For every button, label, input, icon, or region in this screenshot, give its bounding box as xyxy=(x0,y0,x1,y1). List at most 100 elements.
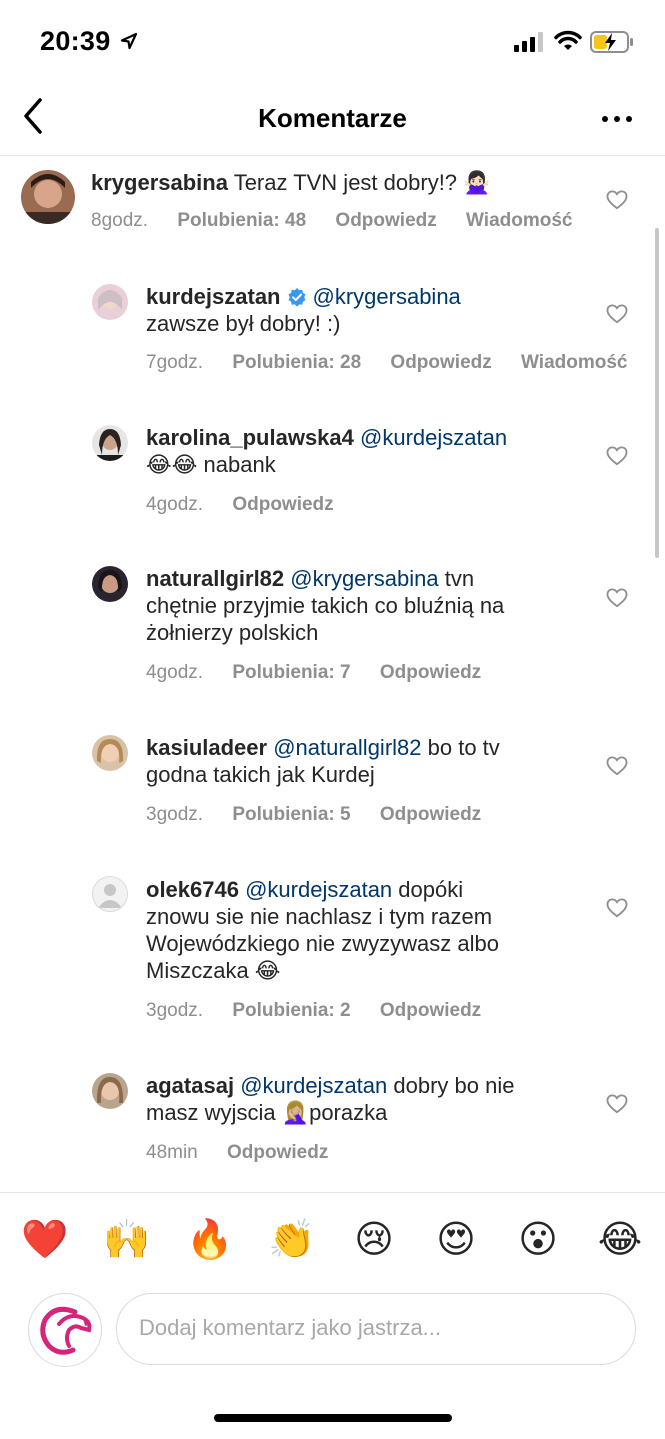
comment-meta: 4godz. Odpowiedz xyxy=(146,494,358,516)
comment-text: krygersabina Teraz TVN jest dobry!? 🙅🏻‍♀… xyxy=(91,169,591,196)
heart-icon[interactable] xyxy=(606,588,628,608)
reply-button[interactable]: Odpowiedz xyxy=(390,352,491,373)
comment-username[interactable]: karolina_pulawska4 xyxy=(146,425,354,450)
send-message-button[interactable]: Wiadomość xyxy=(521,352,627,373)
reply-button[interactable]: Odpowiedz xyxy=(232,494,333,515)
comment-mention[interactable]: @krygersabina xyxy=(290,566,438,591)
heart-icon[interactable] xyxy=(606,304,628,324)
composer-divider xyxy=(0,1192,665,1193)
comment-mention[interactable]: @naturallgirl82 xyxy=(273,735,421,760)
emoji-laughing-button[interactable]: 😂 xyxy=(596,1216,644,1264)
comment-meta: 3godz. Polubienia: 5 Odpowiedz xyxy=(146,804,505,826)
comment-time: 48min xyxy=(146,1142,198,1163)
comment-time: 4godz. xyxy=(146,662,204,683)
comment-meta: 7godz. Polubienia: 28 Odpowiedz Wiadomoś… xyxy=(146,352,652,374)
comment-body-line: masz wyjscia 🤦🏼‍♀️porazka xyxy=(146,1100,388,1125)
comment-body-line: dobry bo nie xyxy=(393,1073,515,1098)
emoji-heart-eyes-button[interactable]: 😍 xyxy=(432,1216,480,1264)
comment-text: kasiuladeer @naturallgirl82 bo to tv god… xyxy=(146,734,606,788)
reply-button[interactable]: Odpowiedz xyxy=(227,1142,328,1163)
comment-likes-link[interactable]: Polubienia: 5 xyxy=(232,804,350,825)
comment-username[interactable]: naturallgirl82 xyxy=(146,566,284,591)
comment-body-line: znowu sie nie nachlasz i tym razem xyxy=(146,904,493,929)
comment-username[interactable]: olek6746 xyxy=(146,877,239,902)
scrollbar[interactable] xyxy=(655,228,659,558)
comment-body-line: dopóki xyxy=(398,877,464,902)
comment-mention[interactable]: @krygersabina xyxy=(313,284,461,309)
current-user-logo-icon xyxy=(40,1306,92,1355)
comment-likes-link[interactable]: Polubienia: 7 xyxy=(232,662,350,683)
comment-time: 8godz. xyxy=(91,210,149,231)
comment-body: Teraz TVN jest dobry!? 🙅🏻‍♀️ xyxy=(233,170,491,195)
comment-time: 3godz. xyxy=(146,1000,204,1021)
comment-likes-link[interactable]: Polubienia: 48 xyxy=(177,210,306,231)
emoji-crying-button[interactable]: 😢 xyxy=(350,1216,398,1264)
comment-mention[interactable]: @kurdejszatan xyxy=(360,425,507,450)
verified-badge-icon xyxy=(288,288,305,307)
location-arrow-icon xyxy=(120,32,138,50)
comment-body-line: Miszczaka 😂 xyxy=(146,958,281,983)
heart-icon[interactable] xyxy=(606,756,628,776)
reply-button[interactable]: Odpowiedz xyxy=(335,210,436,231)
comment-likes-link[interactable]: Polubienia: 28 xyxy=(232,352,361,373)
page-title: Komentarze xyxy=(258,103,407,133)
avatar[interactable] xyxy=(92,425,128,461)
comment-username[interactable]: kurdejszatan xyxy=(146,284,281,309)
header-divider xyxy=(0,155,665,156)
heart-icon[interactable] xyxy=(606,190,628,210)
comment-text: agatasaj @kurdejszatan dobry bo nie masz… xyxy=(146,1072,606,1126)
home-indicator[interactable] xyxy=(214,1414,452,1422)
comment-body-line: godna takich jak Kurdej xyxy=(146,762,375,787)
heart-icon[interactable] xyxy=(606,898,628,918)
battery-charging-icon xyxy=(590,31,633,53)
comment-body-line: żołnierzy polskich xyxy=(146,620,319,645)
avatar[interactable] xyxy=(92,876,128,912)
emoji-surprised-button[interactable]: 😮 xyxy=(514,1216,562,1264)
emoji-raised-hands-button[interactable]: 🙌 xyxy=(103,1216,151,1264)
comment-text: karolina_pulawska4 @kurdejszatan 😂😂 naba… xyxy=(146,424,606,478)
comment-input[interactable] xyxy=(137,1314,621,1342)
heart-icon[interactable] xyxy=(606,1094,628,1114)
comment-mention[interactable]: @kurdejszatan xyxy=(240,1073,387,1098)
comment-meta: 8godz. Polubienia: 48 Odpowiedz Wiadomoś… xyxy=(91,210,597,232)
reply-button[interactable]: Odpowiedz xyxy=(380,1000,481,1021)
comment-username[interactable]: kasiuladeer xyxy=(146,735,267,760)
avatar[interactable] xyxy=(92,1073,128,1109)
wifi-icon xyxy=(554,30,582,50)
send-message-button[interactable]: Wiadomość xyxy=(466,210,572,231)
avatar[interactable] xyxy=(92,284,128,320)
comment-text: kurdejszatan @krygersabina zawsze był dob… xyxy=(146,283,606,337)
reply-button[interactable]: Odpowiedz xyxy=(380,804,481,825)
comment-body-line: tvn xyxy=(444,566,475,591)
comment-input-container[interactable] xyxy=(116,1293,636,1365)
comment-text: naturallgirl82 @krygersabina tvn chętnie… xyxy=(146,565,606,646)
avatar[interactable] xyxy=(21,170,75,224)
comment-body-line: bo to tv xyxy=(427,735,500,760)
more-options-icon[interactable] xyxy=(600,109,634,129)
comment-body-line: chętnie przyjmie takich co bluźnią na xyxy=(146,593,505,618)
comment-body: 😂😂 nabank xyxy=(146,452,276,477)
emoji-heart-button[interactable]: ❤️ xyxy=(21,1216,69,1264)
avatar[interactable] xyxy=(92,735,128,771)
comment-meta: 4godz. Polubienia: 7 Odpowiedz xyxy=(146,662,505,684)
comment-mention[interactable]: @kurdejszatan xyxy=(245,877,392,902)
comment-likes-link[interactable]: Polubienia: 2 xyxy=(232,1000,350,1021)
heart-icon[interactable] xyxy=(606,446,628,466)
comment-time: 4godz. xyxy=(146,494,204,515)
avatar[interactable] xyxy=(92,566,128,602)
comment-body: zawsze był dobry! :) xyxy=(146,311,341,336)
emoji-fire-button[interactable]: 🔥 xyxy=(186,1216,234,1264)
reply-button[interactable]: Odpowiedz xyxy=(380,662,481,683)
emoji-clap-button[interactable]: 👏 xyxy=(268,1216,316,1264)
comment-text: olek6746 @kurdejszatan dopóki znowu sie … xyxy=(146,876,606,984)
comment-time: 3godz. xyxy=(146,804,204,825)
status-time: 20:39 xyxy=(40,26,111,56)
comment-username[interactable]: krygersabina xyxy=(91,170,228,195)
current-user-avatar xyxy=(28,1293,102,1367)
comment-meta: 3godz. Polubienia: 2 Odpowiedz xyxy=(146,1000,505,1022)
comment-username[interactable]: agatasaj xyxy=(146,1073,234,1098)
comment-meta: 48min Odpowiedz xyxy=(146,1142,352,1164)
cellular-signal-icon xyxy=(514,32,543,52)
comment-time: 7godz. xyxy=(146,352,204,373)
comment-body-line: Wojewódzkiego nie zwyzywasz albo xyxy=(146,931,499,956)
